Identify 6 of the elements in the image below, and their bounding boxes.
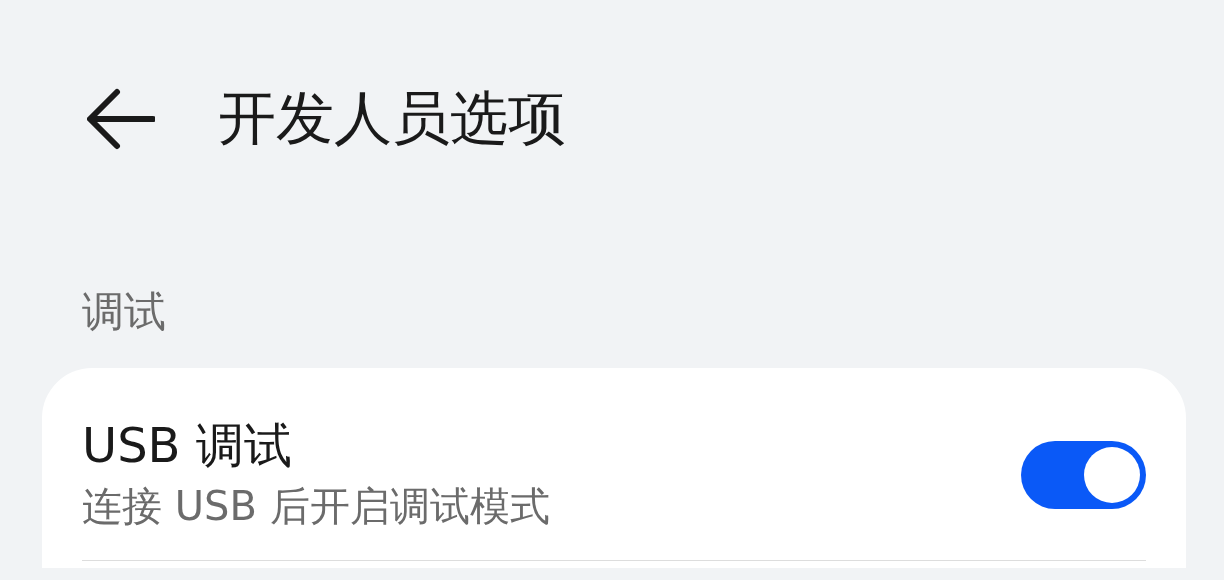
back-arrow-icon [87,88,155,150]
section-label: 调试 [82,286,166,338]
page-title: 开发人员选项 [218,83,566,154]
setting-description: 连接 USB 后开启调试模式 [82,482,550,531]
setting-title: USB 调试 [82,416,292,475]
back-button[interactable] [86,87,156,151]
